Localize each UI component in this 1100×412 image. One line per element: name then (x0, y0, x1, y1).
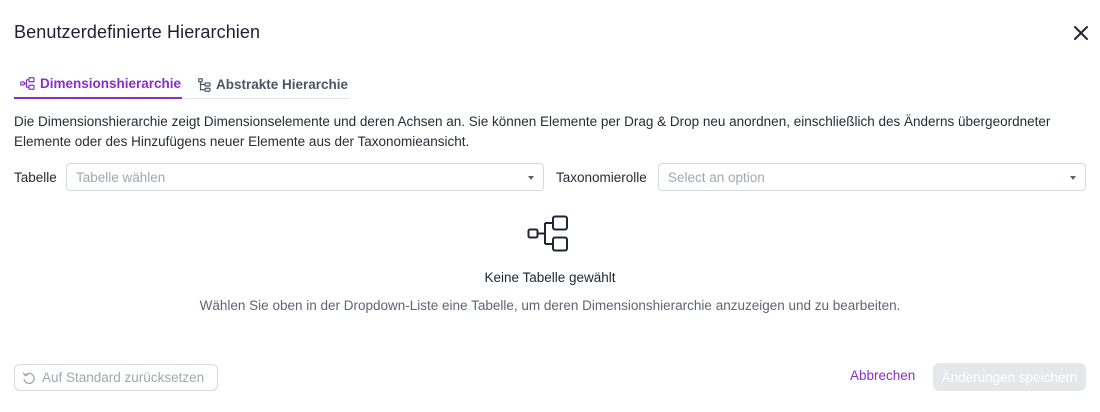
hierarchy-icon (526, 214, 570, 254)
empty-state-subtitle: Wählen Sie oben in der Dropdown-Liste ei… (199, 298, 901, 313)
tree-icon (198, 77, 211, 92)
reset-to-default-button[interactable]: Auf Standard zurücksetzen (14, 364, 218, 391)
taxonomy-role-select[interactable]: Select an option (658, 163, 1086, 191)
table-select[interactable]: Tabelle wählen (66, 163, 544, 191)
reset-button-label: Auf Standard zurücksetzen (42, 370, 205, 385)
table-select-placeholder: Tabelle wählen (76, 170, 166, 185)
tab-abstrakte-hierarchie[interactable]: Abstrakte Hierarchie (198, 70, 348, 99)
table-label: Tabelle (14, 170, 57, 185)
tab-label: Dimensionshierarchie (40, 76, 182, 91)
tab-bar: Dimensionshierarchie Abstrakte Hierarchi… (14, 70, 350, 99)
taxonomy-role-label: Taxonomierolle (556, 170, 647, 185)
tab-dimensionshierarchie[interactable]: Dimensionshierarchie (14, 70, 182, 99)
tab-label: Abstrakte Hierarchie (216, 77, 349, 92)
close-button[interactable] (1071, 23, 1091, 43)
close-icon (1074, 26, 1088, 40)
chevron-down-icon (1070, 176, 1076, 180)
taxonomy-role-select-placeholder: Select an option (668, 170, 765, 185)
custom-hierarchies-dialog: Benutzerdefinierte Hierarchien Dimension… (0, 0, 1100, 412)
chevron-down-icon (528, 176, 534, 180)
empty-state-title: Keine Tabelle gewählt (484, 270, 616, 285)
description-text: Die Dimensionshierarchie zeigt Dimension… (14, 114, 1051, 149)
reset-icon (22, 371, 36, 385)
hierarchy-icon (20, 77, 35, 90)
cancel-button[interactable]: Abbrechen (850, 368, 915, 383)
save-changes-button[interactable]: Änderungen speichern (933, 363, 1086, 391)
dialog-title: Benutzerdefinierte Hierarchien (14, 22, 261, 42)
